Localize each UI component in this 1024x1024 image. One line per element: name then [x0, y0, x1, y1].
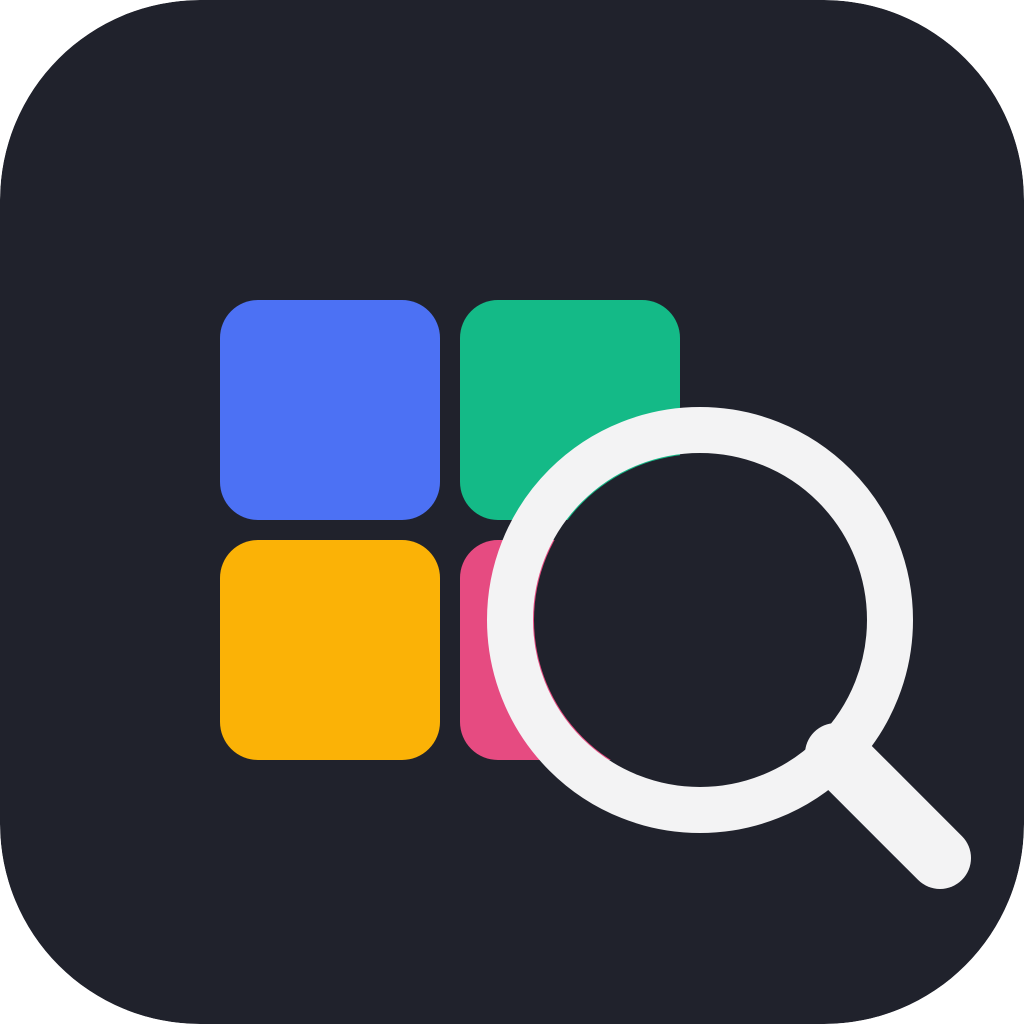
- app-icon-graphic: [0, 0, 1024, 1024]
- yellow-tile: [220, 540, 440, 760]
- blue-tile: [220, 300, 440, 520]
- app-icon: [0, 0, 1024, 1024]
